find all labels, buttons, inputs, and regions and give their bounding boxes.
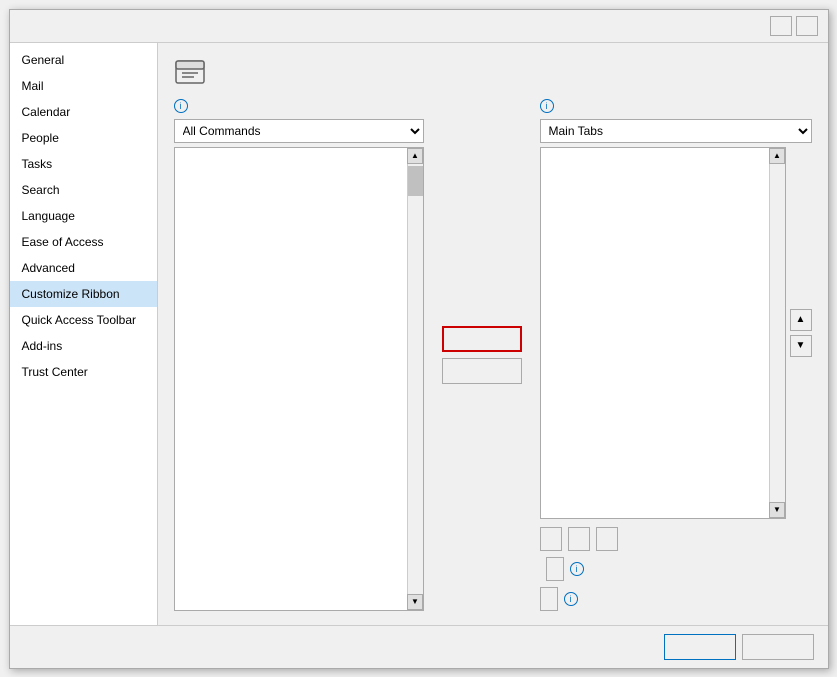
rename-button[interactable] (596, 527, 618, 551)
ribbon-scrollbar[interactable]: ▲ ▼ (769, 148, 785, 518)
nav-item-search[interactable]: Search (10, 177, 157, 203)
scroll-thumb (408, 166, 423, 196)
ribbon-info-icon[interactable]: i (540, 99, 554, 113)
ribbon-tree (541, 148, 769, 518)
content-header (174, 57, 812, 89)
add-button[interactable] (442, 326, 522, 352)
nav-item-ease-of-access[interactable]: Ease of Access (10, 229, 157, 255)
ok-button[interactable] (664, 634, 736, 660)
middle-buttons (434, 99, 530, 611)
ribbon-icon (174, 57, 206, 89)
import-export-button[interactable] (540, 587, 558, 611)
nav-item-customize-ribbon[interactable]: Customize Ribbon (10, 281, 157, 307)
move-down-button[interactable]: ▼ (790, 335, 812, 357)
commands-info-icon[interactable]: i (174, 99, 188, 113)
ribbon-dropdown[interactable]: Main Tabs (540, 119, 812, 143)
ribbon-tree-container: ▲ ▼ (540, 147, 786, 519)
import-export-info-icon[interactable]: i (564, 592, 578, 606)
two-panel: i All Commands ▲ ▼ (174, 99, 812, 611)
nav-item-add-ins[interactable]: Add-ins (10, 333, 157, 359)
scroll-up-btn[interactable]: ▲ (407, 148, 423, 164)
customizations-row: i (540, 557, 812, 581)
commands-dropdown[interactable]: All Commands (174, 119, 424, 143)
import-export-row: i (540, 587, 812, 611)
remove-button[interactable] (442, 358, 522, 384)
new-tab-button[interactable] (540, 527, 562, 551)
move-up-button[interactable]: ▲ (790, 309, 812, 331)
cancel-button[interactable] (742, 634, 814, 660)
title-bar-controls (770, 16, 818, 36)
ribbon-scroll-down[interactable]: ▼ (769, 502, 785, 518)
reset-info-icon[interactable]: i (570, 562, 584, 576)
nav-item-trust-center[interactable]: Trust Center (10, 359, 157, 385)
help-button[interactable] (770, 16, 792, 36)
ribbon-label: i (540, 99, 812, 113)
nav-item-language[interactable]: Language (10, 203, 157, 229)
nav-item-quick-access[interactable]: Quick Access Toolbar (10, 307, 157, 333)
right-panel: i Main Tabs ▲ ▼ (540, 99, 812, 611)
commands-label: i (174, 99, 424, 113)
up-down-buttons: ▲ ▼ (790, 147, 812, 519)
commands-list (175, 148, 407, 610)
dialog-footer (10, 625, 828, 668)
left-nav: GeneralMailCalendarPeopleTasksSearchLang… (10, 43, 158, 625)
nav-item-mail[interactable]: Mail (10, 73, 157, 99)
nav-item-advanced[interactable]: Advanced (10, 255, 157, 281)
outlook-options-dialog: GeneralMailCalendarPeopleTasksSearchLang… (9, 9, 829, 669)
dialog-body: GeneralMailCalendarPeopleTasksSearchLang… (10, 43, 828, 625)
commands-list-container: ▲ ▼ (174, 147, 424, 611)
action-row (540, 527, 812, 551)
nav-item-people[interactable]: People (10, 125, 157, 151)
reset-button[interactable] (546, 557, 564, 581)
ribbon-scroll-up[interactable]: ▲ (769, 148, 785, 164)
new-group-button[interactable] (568, 527, 590, 551)
close-button[interactable] (796, 16, 818, 36)
scroll-down-btn[interactable]: ▼ (407, 594, 423, 610)
nav-item-tasks[interactable]: Tasks (10, 151, 157, 177)
nav-item-general[interactable]: General (10, 47, 157, 73)
right-content: i All Commands ▲ ▼ (158, 43, 828, 625)
nav-item-calendar[interactable]: Calendar (10, 99, 157, 125)
title-bar (10, 10, 828, 43)
left-panel: i All Commands ▲ ▼ (174, 99, 424, 611)
commands-scrollbar[interactable]: ▲ ▼ (407, 148, 423, 610)
